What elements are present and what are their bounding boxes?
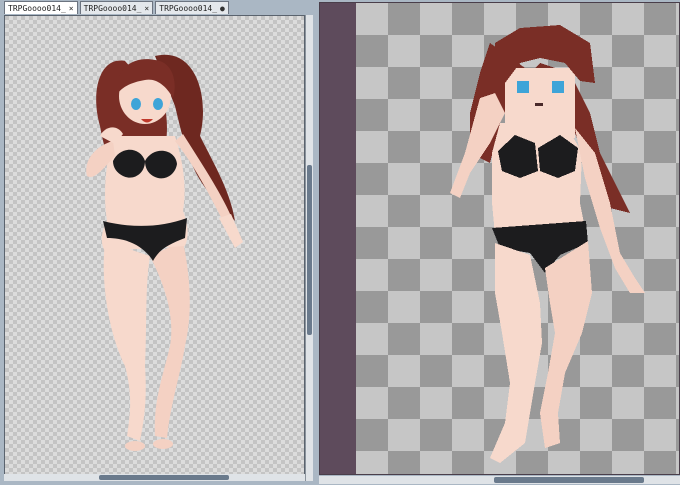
canvas-pixel-art[interactable] <box>319 2 680 475</box>
scrollbar-thumb[interactable] <box>307 165 312 335</box>
tab-label: TRPGoooo014_ <box>8 3 66 13</box>
horizontal-scrollbar[interactable] <box>319 476 680 484</box>
tab-document-3[interactable]: TRPGoooo014_ ● <box>155 1 229 14</box>
close-icon[interactable]: × <box>144 4 149 13</box>
horizontal-scrollbar[interactable] <box>4 474 305 481</box>
image-editor-window: TRPGoooo014_ × TRPGoooo014_ × TRPGoooo01… <box>0 0 680 485</box>
canvas-smooth-illustration[interactable] <box>4 15 305 481</box>
pixel-character-sprite <box>450 25 645 463</box>
scrollbar-thumb[interactable] <box>99 475 229 480</box>
scrollbar-thumb[interactable] <box>494 477 644 483</box>
left-document-pane: TRPGoooo014_ × TRPGoooo014_ × TRPGoooo01… <box>0 0 313 485</box>
right-document-pane <box>317 0 680 485</box>
tab-document-2[interactable]: TRPGoooo014_ × <box>79 1 154 14</box>
vertical-scrollbar[interactable] <box>305 15 313 481</box>
document-tab-bar: TRPGoooo014_ × TRPGoooo014_ × TRPGoooo01… <box>4 1 229 15</box>
close-icon[interactable]: × <box>69 4 74 13</box>
tab-document-1[interactable]: TRPGoooo014_ × <box>4 1 78 14</box>
character-illustration <box>86 54 243 451</box>
unsaved-dot-icon[interactable]: ● <box>220 4 225 13</box>
tab-label: TRPGoooo014_ <box>83 3 142 13</box>
tab-label: TRPGoooo014_ <box>159 3 218 13</box>
